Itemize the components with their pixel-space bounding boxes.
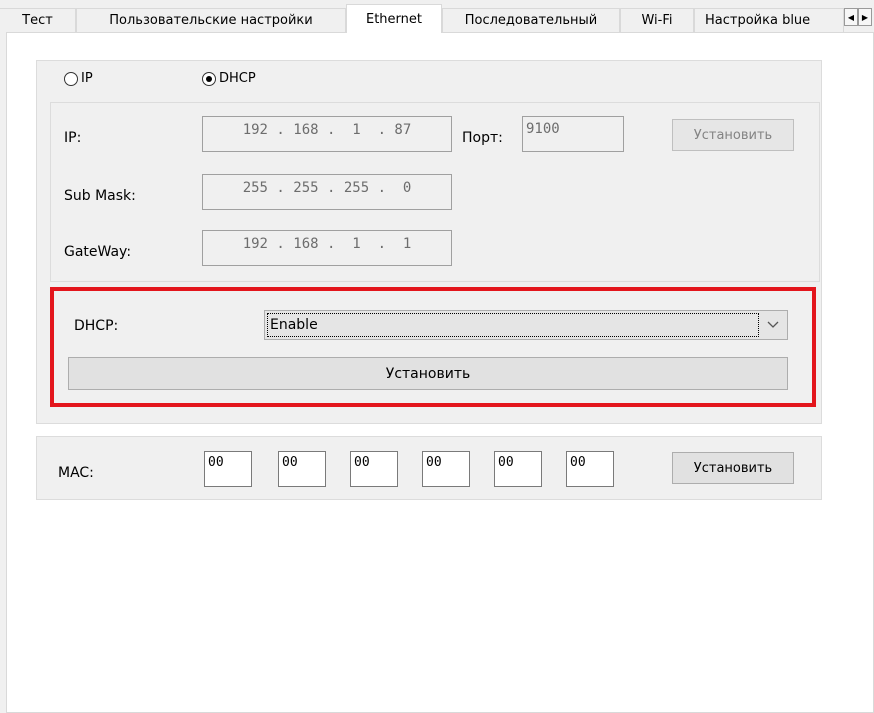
tab-label: Wi-Fi [641, 13, 673, 28]
ip-address-field[interactable]: 192 . 168 . 1 . 87 [202, 116, 452, 152]
dhcp-select-value: Enable [267, 313, 759, 337]
set-ip-button[interactable]: Установить [672, 119, 794, 151]
submask-field[interactable]: 255 . 255 . 255 . 0 [202, 174, 452, 210]
tab-bluetooth[interactable]: Настройка blue [694, 8, 844, 32]
tab-serial[interactable]: Последовательный [442, 8, 620, 32]
radio-ip-circle [64, 71, 78, 86]
port-field[interactable]: 9100 [522, 116, 624, 152]
radio-ip-label: IP [81, 71, 93, 86]
tab-label: Пользовательские настройки [109, 13, 313, 28]
chevron-down-icon [759, 311, 787, 339]
gateway-field[interactable]: 192 . 168 . 1 . 1 [202, 230, 452, 266]
set-mac-button[interactable]: Установить [672, 452, 794, 484]
mac-octet-1[interactable]: 00 [204, 451, 252, 487]
tab-label: Тест [22, 13, 53, 28]
port-label: Порт: [462, 130, 503, 146]
radio-ip[interactable]: IP [64, 71, 93, 86]
radio-dhcp-label: DHCP [219, 71, 256, 86]
tab-label: Последовательный [464, 13, 598, 28]
dhcp-label: DHCP: [74, 318, 119, 334]
set-dhcp-button[interactable]: Установить [68, 357, 788, 390]
mac-octet-4[interactable]: 00 [422, 451, 470, 487]
tab-scroll-left-icon[interactable]: ◀ [844, 8, 858, 26]
mac-octet-6[interactable]: 00 [566, 451, 614, 487]
ip-label: IP: [64, 130, 82, 146]
tab-test[interactable]: Тест [0, 8, 76, 32]
mac-octet-2[interactable]: 00 [278, 451, 326, 487]
tab-label: Ethernet [366, 11, 422, 27]
radio-dhcp[interactable]: DHCP [202, 71, 256, 86]
dhcp-select[interactable]: Enable [264, 310, 788, 340]
tab-scroll-right-icon[interactable]: ▶ [858, 8, 872, 26]
mac-octet-3[interactable]: 00 [350, 451, 398, 487]
tab-wifi[interactable]: Wi-Fi [620, 8, 694, 32]
tab-strip: Тест Пользовательские настройки Ethernet… [0, 0, 874, 34]
gateway-label: GateWay: [64, 244, 132, 260]
tab-user-settings[interactable]: Пользовательские настройки [76, 8, 346, 32]
radio-dhcp-circle [202, 71, 216, 86]
submask-label: Sub Mask: [64, 188, 136, 204]
tab-label: Настройка blue [705, 13, 811, 28]
mac-octet-5[interactable]: 00 [494, 451, 542, 487]
tab-ethernet[interactable]: Ethernet [346, 4, 442, 33]
mac-label: MAC: [58, 465, 94, 481]
